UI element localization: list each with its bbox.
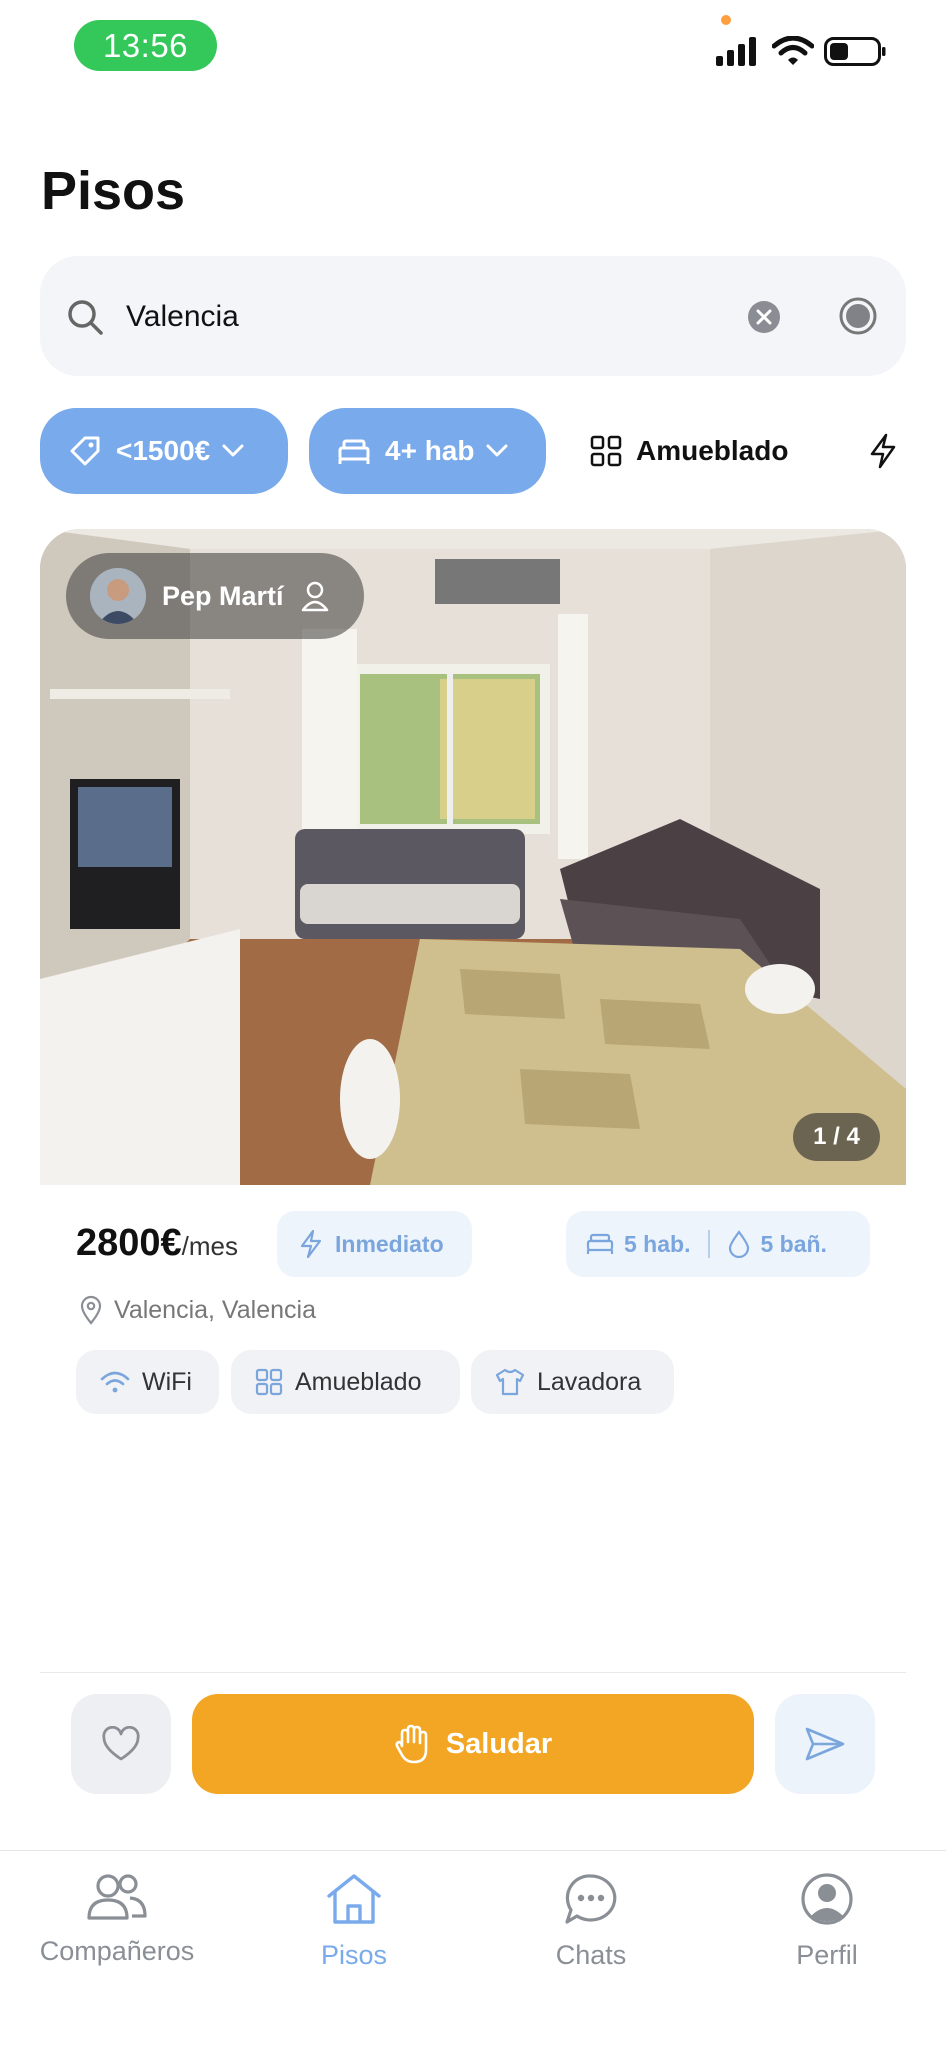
location-pin-icon	[80, 1295, 102, 1325]
clear-search-icon[interactable]	[747, 300, 781, 334]
rooms-label: 5 hab.	[624, 1230, 691, 1257]
status-time: 13:56	[74, 20, 217, 71]
filter-instant-chip[interactable]	[868, 408, 908, 494]
listing-location: Valencia, Valencia	[80, 1295, 316, 1325]
wifi-icon	[100, 1371, 130, 1393]
chat-icon	[565, 1874, 617, 1924]
tab-flats[interactable]: Pisos	[254, 1872, 454, 1971]
search-icon	[68, 300, 103, 335]
send-icon	[805, 1727, 845, 1761]
amenity-wifi: WiFi	[76, 1350, 219, 1414]
heart-icon	[102, 1726, 140, 1761]
baths-label: 5 bañ.	[760, 1230, 827, 1257]
amenity-washer: Lavadora	[471, 1350, 674, 1414]
filter-rooms-label: 4+ hab	[385, 435, 475, 466]
amenity-furnished: Amueblado	[231, 1350, 460, 1414]
filter-furnished-chip[interactable]: Amueblado	[590, 408, 820, 494]
house-icon	[327, 1874, 381, 1924]
privacy-indicator	[721, 15, 731, 25]
amenity-wifi-label: WiFi	[142, 1367, 192, 1396]
bed-icon	[586, 1233, 614, 1254]
send-button[interactable]	[775, 1694, 875, 1794]
page-title: Pisos	[41, 161, 186, 221]
availability-label: Inmediato	[335, 1230, 444, 1257]
wifi-status-icon	[772, 36, 814, 65]
owner-name: Pep Martí	[162, 580, 284, 611]
signal-icon	[716, 37, 756, 66]
amenity-washer-label: Lavadora	[537, 1367, 642, 1396]
rooms-baths-badge: 5 hab. 5 bañ.	[566, 1211, 870, 1277]
hand-wave-icon	[395, 1724, 428, 1764]
tab-flats-label: Pisos	[320, 1940, 388, 1970]
lightning-icon	[300, 1229, 322, 1259]
drop-icon	[729, 1230, 750, 1258]
profile-icon	[801, 1873, 853, 1925]
action-divider	[40, 1672, 906, 1673]
tab-companions[interactable]: Compañeros	[17, 1872, 217, 1967]
photo-counter: 1 / 4	[793, 1113, 880, 1161]
listing-price: 2800€/mes	[76, 1222, 238, 1265]
grid-icon	[255, 1368, 283, 1396]
avatar	[90, 568, 146, 624]
people-icon	[87, 1874, 147, 1920]
tag-icon	[70, 436, 100, 466]
filter-price-chip[interactable]: <1500€	[40, 408, 288, 494]
person-icon	[301, 581, 328, 612]
price-unit: /mes	[181, 1231, 239, 1261]
filter-rooms-chip[interactable]: 4+ hab	[309, 408, 546, 494]
greet-label: Saludar	[445, 1727, 553, 1760]
location-label: Valencia, Valencia	[114, 1295, 316, 1324]
chevron-down-icon	[222, 444, 244, 457]
tab-companions-label: Compañeros	[39, 1936, 195, 1966]
tab-profile[interactable]: Perfil	[727, 1872, 927, 1971]
amenity-furnished-label: Amueblado	[295, 1367, 422, 1396]
filter-price-label: <1500€	[116, 435, 211, 466]
badge-divider	[708, 1230, 711, 1258]
availability-badge: Inmediato	[277, 1211, 472, 1277]
owner-pill[interactable]: Pep Martí	[66, 553, 364, 639]
voice-search-icon[interactable]	[838, 296, 878, 336]
favorite-button[interactable]	[71, 1694, 171, 1794]
shirt-icon	[495, 1368, 525, 1396]
battery-icon	[824, 37, 886, 66]
tab-profile-label: Perfil	[796, 1940, 858, 1970]
filter-furnished-label: Amueblado	[636, 435, 789, 466]
chevron-down-icon	[486, 444, 508, 457]
greet-button[interactable]: Saludar	[192, 1694, 754, 1794]
tab-chats-label: Chats	[555, 1940, 627, 1970]
lightning-icon	[870, 433, 896, 469]
search-input[interactable]	[126, 290, 706, 344]
tab-chats[interactable]: Chats	[491, 1872, 691, 1971]
price-value: 2800€	[76, 1222, 182, 1264]
grid-icon	[590, 435, 622, 467]
bed-icon	[338, 439, 370, 464]
